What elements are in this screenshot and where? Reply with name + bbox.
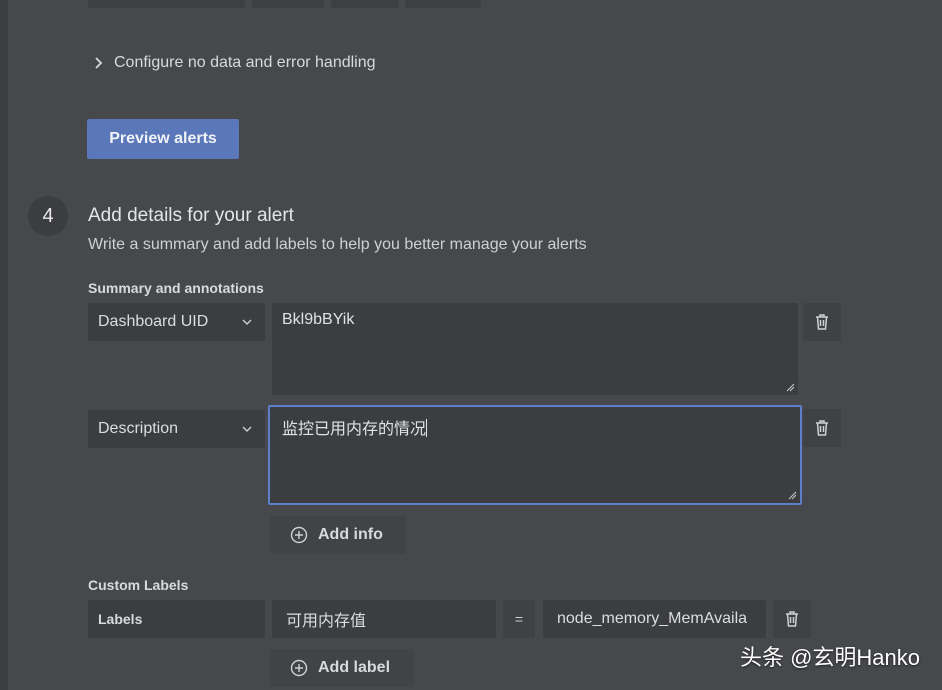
delete-annotation-button[interactable] (803, 409, 841, 447)
top-field-stub[interactable] (88, 0, 245, 8)
label-value-input[interactable]: node_memory_MemAvaila (543, 600, 766, 638)
annotation-value-text: 监控已用内存的情况 (282, 421, 427, 438)
chevron-right-icon (95, 57, 103, 69)
top-field-stub[interactable] (405, 0, 481, 8)
alert-rule-editor: Configure no data and error handling Pre… (0, 0, 942, 690)
annotation-key-value: Dashboard UID (98, 313, 209, 330)
chevron-down-icon (242, 319, 252, 326)
label-key-text: 可用内存值 (286, 613, 367, 630)
annotation-key-value: Description (98, 420, 179, 437)
annotation-key-select[interactable]: Dashboard UID (88, 303, 265, 341)
text-caret (426, 419, 428, 437)
add-label-button[interactable]: Add label (270, 649, 414, 687)
label-value-text: node_memory_MemAvaila (557, 610, 748, 627)
custom-labels-heading: Custom Labels (88, 577, 189, 593)
add-info-label: Add info (318, 526, 383, 543)
delete-label-button[interactable] (773, 600, 811, 638)
plus-circle-icon (290, 659, 308, 677)
annotation-value-textarea[interactable]: 监控已用内存的情况 (268, 405, 802, 505)
watermark: 头条 @玄明Hanko (739, 645, 920, 670)
step-subtitle: Write a summary and add labels to help y… (88, 236, 587, 253)
no-data-error-handling-toggle[interactable]: Configure no data and error handling (92, 52, 376, 74)
preview-alerts-button[interactable]: Preview alerts (87, 119, 239, 159)
labels-column-header: Labels (88, 600, 265, 638)
step-title: Add details for your alert (88, 205, 294, 226)
resize-handle-icon[interactable] (788, 491, 797, 500)
trash-icon (816, 314, 828, 330)
annotation-key-select[interactable]: Description (88, 410, 265, 448)
top-field-stub[interactable] (331, 0, 399, 8)
top-field-stub[interactable] (252, 0, 324, 8)
label-operator: = (503, 600, 535, 638)
annotation-value-text: Bkl9bBYik (282, 311, 355, 328)
chevron-down-icon (242, 426, 252, 433)
trash-icon (786, 611, 798, 627)
plus-circle-icon (290, 526, 308, 544)
delete-annotation-button[interactable] (803, 303, 841, 341)
add-info-button[interactable]: Add info (270, 516, 406, 554)
add-label-label: Add label (318, 659, 391, 676)
annotation-value-textarea[interactable]: Bkl9bBYik (272, 303, 798, 395)
step-number-badge: 4 (28, 196, 68, 236)
trash-icon (816, 420, 828, 436)
no-data-error-handling-label: Configure no data and error handling (114, 54, 376, 71)
label-key-input[interactable]: 可用内存值 (272, 600, 496, 638)
resize-handle-icon[interactable] (786, 383, 795, 392)
summary-annotations-heading: Summary and annotations (88, 280, 264, 296)
left-gutter (0, 0, 8, 690)
